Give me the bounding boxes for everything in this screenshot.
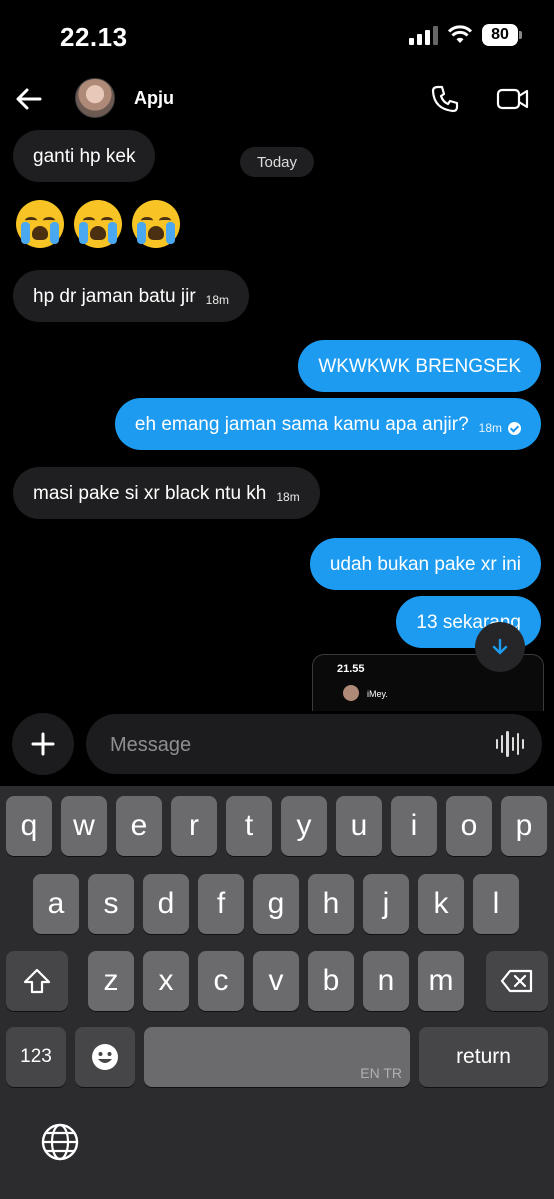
message-text: udah bukan pake xr ini: [329, 553, 521, 575]
globe-icon[interactable]: [40, 1122, 80, 1162]
video-call-icon[interactable]: [496, 84, 530, 114]
battery-indicator: 80: [482, 24, 522, 46]
read-check-icon: [508, 421, 521, 435]
message-outgoing[interactable]: eh emang jaman sama kamu apa anjir? 18m: [114, 398, 541, 450]
scroll-down-button[interactable]: [475, 622, 525, 672]
message-input-container: [86, 714, 542, 776]
date-chip: Today: [240, 147, 314, 177]
key-h[interactable]: h: [308, 874, 354, 934]
key-j[interactable]: j: [363, 874, 409, 934]
shift-icon: [23, 968, 51, 994]
status-time: 22.13: [60, 22, 128, 52]
loudly-crying-emoji-icon: [132, 200, 180, 248]
key-l[interactable]: l: [473, 874, 519, 934]
key-g[interactable]: g: [253, 874, 299, 934]
key-w[interactable]: w: [61, 796, 107, 856]
signal-icon: [409, 25, 438, 45]
phone-icon[interactable]: [430, 84, 460, 114]
avatar[interactable]: [75, 78, 115, 118]
backspace-key[interactable]: [486, 951, 548, 1011]
preview-time: 21.55: [337, 663, 365, 675]
key-t[interactable]: t: [226, 796, 272, 856]
key-p[interactable]: p: [501, 796, 547, 856]
message-text: hp dr jaman batu jir: [33, 285, 196, 307]
key-n[interactable]: n: [363, 951, 409, 1011]
message-time: 18m: [276, 490, 300, 504]
key-q[interactable]: q: [6, 796, 52, 856]
emoji-key[interactable]: [75, 1027, 135, 1087]
key-o[interactable]: o: [446, 796, 492, 856]
key-e[interactable]: e: [116, 796, 162, 856]
message-text: masi pake si xr black ntu kh: [33, 482, 267, 504]
message-time: 18m: [478, 421, 502, 435]
message-text: WKWKWK BRENGSEK: [318, 355, 521, 377]
message-text: eh emang jaman sama kamu apa anjir?: [134, 413, 469, 435]
key-i[interactable]: i: [391, 796, 437, 856]
message-incoming[interactable]: masi pake si xr black ntu kh 18m: [13, 467, 320, 519]
key-m[interactable]: m: [418, 951, 464, 1011]
key-d[interactable]: d: [143, 874, 189, 934]
arrow-down-icon: [492, 638, 508, 655]
keyboard-language-label: EN TR: [360, 1065, 402, 1081]
wifi-icon: [448, 25, 472, 43]
key-z[interactable]: z: [88, 951, 134, 1011]
key-v[interactable]: v: [253, 951, 299, 1011]
message-outgoing[interactable]: udah bukan pake xr ini: [309, 538, 541, 590]
message-text: ganti hp kek: [33, 145, 136, 167]
message-outgoing[interactable]: WKWKWK BRENGSEK: [298, 340, 541, 392]
message-input[interactable]: [108, 714, 492, 776]
status-icons: 80: [409, 24, 522, 46]
space-key[interactable]: EN TR: [144, 1027, 410, 1087]
key-f[interactable]: f: [198, 874, 244, 934]
numbers-key[interactable]: 123: [6, 1027, 66, 1087]
key-u[interactable]: u: [336, 796, 382, 856]
loudly-crying-emoji-icon: [16, 200, 64, 248]
key-k[interactable]: k: [418, 874, 464, 934]
back-arrow-icon[interactable]: [14, 84, 44, 114]
shift-key[interactable]: [6, 951, 68, 1011]
message-time: 18m: [205, 293, 229, 307]
key-s[interactable]: s: [88, 874, 134, 934]
key-c[interactable]: c: [198, 951, 244, 1011]
add-attachment-button[interactable]: [12, 713, 74, 775]
message-incoming[interactable]: hp dr jaman batu jir 18m: [13, 270, 249, 322]
emoji-icon: [92, 1044, 118, 1070]
key-r[interactable]: r: [171, 796, 217, 856]
key-b[interactable]: b: [308, 951, 354, 1011]
loudly-crying-emoji-icon: [74, 200, 122, 248]
message-incoming[interactable]: ganti hp kek: [13, 130, 156, 182]
message-emoji[interactable]: [16, 200, 180, 248]
contact-name[interactable]: Apju: [134, 88, 174, 109]
preview-avatar: [343, 685, 359, 701]
key-y[interactable]: y: [281, 796, 327, 856]
key-x[interactable]: x: [143, 951, 189, 1011]
plus-icon: [31, 732, 55, 756]
chat-header: Apju: [0, 74, 554, 122]
key-a[interactable]: a: [33, 874, 79, 934]
return-key[interactable]: return: [419, 1027, 548, 1087]
backspace-icon: [500, 969, 533, 993]
preview-name: iMey.: [367, 689, 388, 699]
voice-message-icon[interactable]: [496, 731, 525, 757]
